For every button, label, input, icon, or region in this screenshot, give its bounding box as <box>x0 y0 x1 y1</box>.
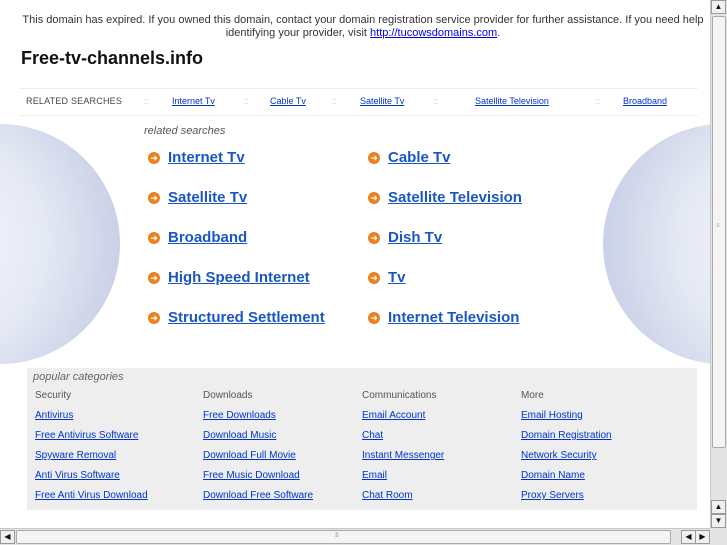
arrow-icon: ➜ <box>148 232 160 244</box>
related-bar-separator: :: <box>433 96 439 106</box>
site-title: Free-tv-channels.info <box>21 48 204 68</box>
related-bar-link-cable-tv[interactable]: Cable Tv <box>270 96 306 106</box>
related-bar-link-internet-tv[interactable]: Internet Tv <box>172 96 215 106</box>
category-link[interactable]: Download Full Movie <box>203 450 363 470</box>
caret-down-icon: ▼ <box>714 516 723 525</box>
related-search-link[interactable]: Internet Television <box>388 309 519 326</box>
caret-left-icon: ◀ <box>685 532 692 541</box>
scroll-up-button[interactable]: ▲ <box>711 0 726 14</box>
category-link[interactable]: Anti Virus Software <box>35 470 195 490</box>
category-title: Communications <box>362 390 437 401</box>
arrow-icon: ➜ <box>368 232 380 244</box>
category-link[interactable]: Free Downloads <box>203 410 363 430</box>
related-search-link[interactable]: Tv <box>388 269 406 286</box>
category-column-security: Security Antivirus Free Antivirus Softwa… <box>35 390 195 510</box>
related-bar-separator: :: <box>595 96 601 106</box>
category-link[interactable]: Domain Name <box>521 470 681 490</box>
category-column-communications: Communications Email Account Chat Instan… <box>362 390 522 510</box>
scrollbar-corner <box>710 528 727 545</box>
related-search-link[interactable]: High Speed Internet <box>168 269 310 286</box>
category-link[interactable]: Email Hosting <box>521 410 681 430</box>
related-bar-link-broadband[interactable]: Broadband <box>623 96 667 106</box>
related-bar-link-satellite-television[interactable]: Satellite Television <box>475 96 549 106</box>
vertical-scroll-thumb[interactable]: ≡ <box>712 16 726 448</box>
scroll-left-button-right[interactable]: ◀ <box>681 530 696 544</box>
category-link[interactable]: Proxy Servers <box>521 490 681 510</box>
category-link[interactable]: Antivirus <box>35 410 195 430</box>
related-bar-separator: :: <box>332 96 338 106</box>
horizontal-scrollbar[interactable]: ◀ ⁞⁞⁞⁞ ◀ ▶ <box>0 528 710 545</box>
arrow-icon: ➜ <box>148 192 160 204</box>
scroll-left-button[interactable]: ◀ <box>0 530 15 544</box>
caret-up-icon: ▲ <box>714 502 723 511</box>
grip-icon: ≡ <box>716 223 719 229</box>
related-search-link[interactable]: Broadband <box>168 229 247 246</box>
arrow-icon: ➜ <box>368 312 380 324</box>
page-viewport: This domain has expired. If you owned th… <box>0 0 710 528</box>
decorative-orb-left <box>0 124 120 364</box>
scroll-down-button[interactable]: ▼ <box>711 514 726 528</box>
expired-notice: This domain has expired. If you owned th… <box>18 14 708 40</box>
related-search-link[interactable]: Satellite Tv <box>168 189 247 206</box>
category-link[interactable]: Chat <box>362 430 522 450</box>
arrow-icon: ➜ <box>368 272 380 284</box>
expired-notice-end: . <box>497 27 501 39</box>
related-bar-separator: :: <box>244 96 250 106</box>
category-link[interactable]: Free Anti Virus Download <box>35 490 195 510</box>
related-search-link[interactable]: Cable Tv <box>388 149 451 166</box>
popular-categories: popular categories Security Antivirus Fr… <box>27 368 697 510</box>
arrow-icon: ➜ <box>368 152 380 164</box>
related-search-link[interactable]: Internet Tv <box>168 149 245 166</box>
arrow-icon: ➜ <box>148 152 160 164</box>
caret-left-icon: ◀ <box>4 532 11 541</box>
scroll-right-button[interactable]: ▶ <box>695 530 710 544</box>
related-searches-bar: RELATED SEARCHES :: Internet Tv :: Cable… <box>20 88 698 116</box>
category-link[interactable]: Chat Room <box>362 490 522 510</box>
category-link[interactable]: Free Music Download <box>203 470 363 490</box>
category-link[interactable]: Network Security <box>521 450 681 470</box>
grip-icon: ⁞⁞⁞⁞ <box>335 533 339 539</box>
category-title: More <box>521 390 544 401</box>
category-link[interactable]: Domain Registration <box>521 430 681 450</box>
category-link[interactable]: Download Music <box>203 430 363 450</box>
arrow-icon: ➜ <box>148 272 160 284</box>
category-link[interactable]: Instant Messenger <box>362 450 522 470</box>
category-link[interactable]: Download Free Software <box>203 490 363 510</box>
caret-right-icon: ▶ <box>699 532 706 541</box>
category-link[interactable]: Free Antivirus Software <box>35 430 195 450</box>
caret-up-icon: ▲ <box>714 2 723 11</box>
tucows-link[interactable]: http://tucowsdomains.com <box>370 27 497 39</box>
arrow-icon: ➜ <box>148 312 160 324</box>
related-bar-label: RELATED SEARCHES <box>26 96 123 106</box>
category-title: Security <box>35 390 72 401</box>
related-search-link[interactable]: Satellite Television <box>388 189 522 206</box>
vertical-scrollbar[interactable]: ▲ ≡ ▲ ▼ <box>710 0 727 528</box>
related-search-link[interactable]: Structured Settlement <box>168 309 325 326</box>
category-title: Downloads <box>203 390 253 401</box>
category-column-downloads: Downloads Free Downloads Download Music … <box>203 390 363 510</box>
related-bar-separator: :: <box>144 96 150 106</box>
related-search-link[interactable]: Dish Tv <box>388 229 442 246</box>
related-bar-link-satellite-tv[interactable]: Satellite Tv <box>360 96 404 106</box>
decorative-orb-right <box>603 124 710 364</box>
arrow-icon: ➜ <box>368 192 380 204</box>
category-link[interactable]: Spyware Removal <box>35 450 195 470</box>
expired-notice-text: This domain has expired. If you owned th… <box>22 14 704 39</box>
category-column-more: More Email Hosting Domain Registration N… <box>521 390 681 510</box>
related-searches-heading: related searches <box>144 125 226 137</box>
category-link[interactable]: Email Account <box>362 410 522 430</box>
horizontal-scroll-thumb[interactable]: ⁞⁞⁞⁞ <box>16 530 671 544</box>
scroll-up-button-bottom[interactable]: ▲ <box>711 500 726 514</box>
category-link[interactable]: Email <box>362 470 522 490</box>
popular-categories-heading: popular categories <box>33 371 124 383</box>
